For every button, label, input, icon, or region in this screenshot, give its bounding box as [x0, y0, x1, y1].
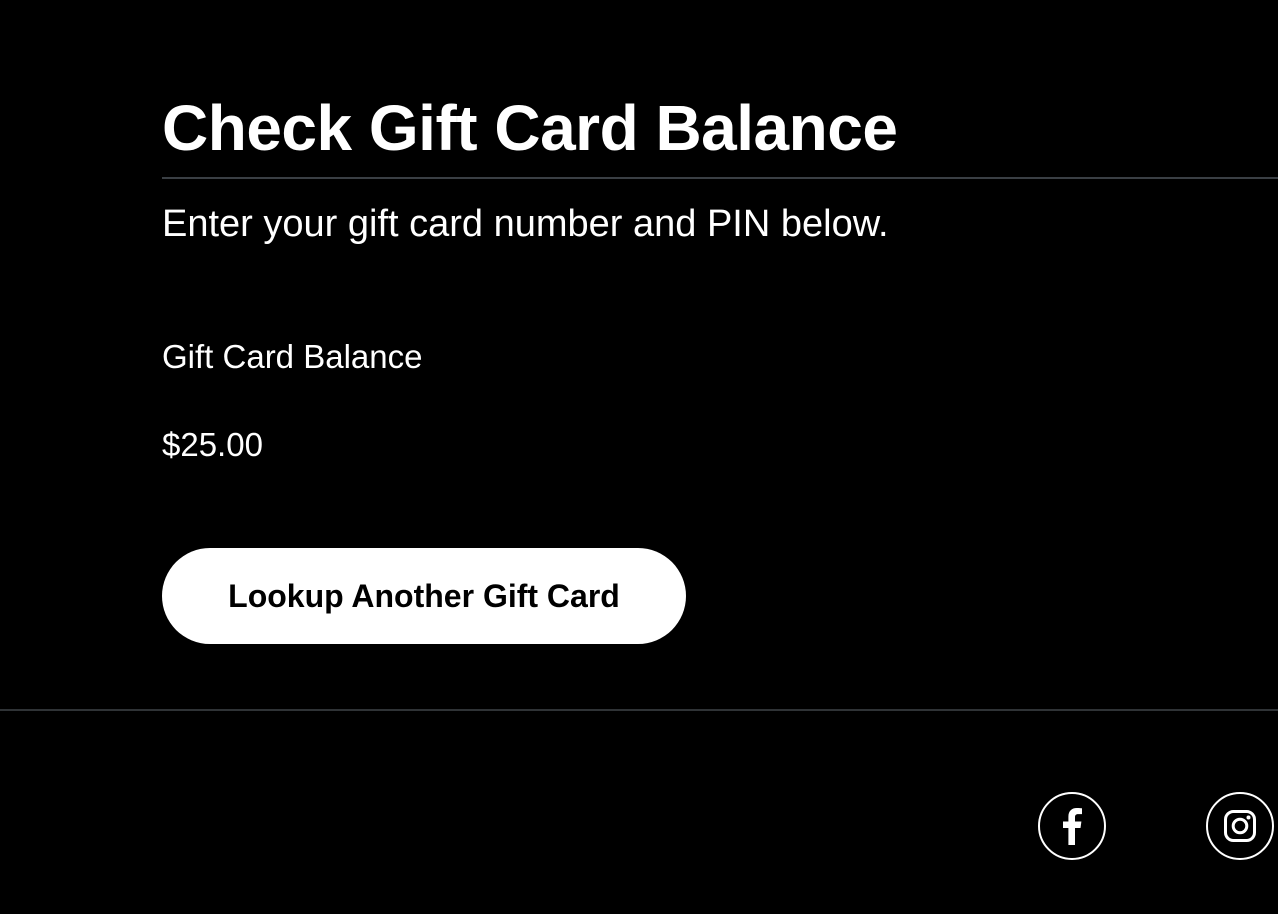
- page-title: Check Gift Card Balance: [162, 92, 898, 164]
- balance-value: $25.00: [162, 426, 263, 463]
- title-divider: [162, 177, 1278, 179]
- instagram-link[interactable]: [1206, 792, 1274, 860]
- facebook-link[interactable]: [1038, 792, 1106, 860]
- footer-divider: [0, 709, 1278, 711]
- gift-card-balance-page: Check Gift Card Balance Enter your gift …: [0, 0, 1278, 914]
- facebook-icon: [1061, 807, 1083, 845]
- instagram-icon: [1223, 809, 1257, 843]
- lookup-another-gift-card-button[interactable]: Lookup Another Gift Card: [162, 548, 686, 644]
- balance-label: Gift Card Balance: [162, 338, 423, 375]
- page-subtitle: Enter your gift card number and PIN belo…: [162, 203, 889, 245]
